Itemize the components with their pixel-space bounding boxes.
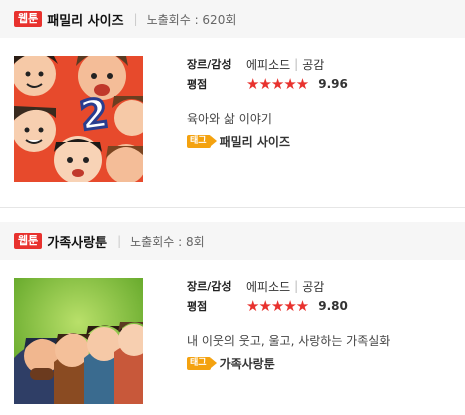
rating-stars: ★★★★★	[246, 297, 309, 315]
webtoon-info: 장르/감성 에피소드 | 공감 평점 ★★★★★ 9.96 육아와 삶 이야기 …	[187, 54, 348, 150]
rating-label: 평점	[187, 78, 208, 91]
mood-value: 공감	[302, 279, 325, 294]
webtoon-card-1: 웹툰 패밀리 사이즈 | 노출회수 : 620회 2 장르/감성 에피소드 | …	[0, 0, 465, 205]
genre-separator: |	[294, 57, 299, 71]
webtoon-thumbnail[interactable]: 2	[14, 56, 143, 182]
webtoon-card-2: 웹툰 가족사랑툰 | 노출회수 : 8회 장르/감성 에피소드 | 공감 평점 …	[0, 222, 465, 415]
header-separator: |	[133, 12, 138, 26]
rating-score: 9.96	[318, 77, 348, 91]
exposure-count: 노출회수 : 8회	[130, 234, 205, 249]
genre-value: 에피소드	[246, 279, 291, 294]
webtoon-title[interactable]: 가족사랑툰	[47, 232, 107, 251]
webtoon-title[interactable]: 패밀리 사이즈	[47, 10, 123, 29]
exposure-count: 노출회수 : 620회	[146, 12, 237, 27]
rating-score: 9.80	[318, 299, 348, 313]
card-header: 웹툰 패밀리 사이즈 | 노출회수 : 620회	[0, 0, 465, 38]
webtoon-badge: 웹툰	[14, 11, 43, 27]
tag-badge: 태그	[187, 135, 217, 148]
webtoon-thumbnail[interactable]	[14, 278, 143, 404]
genre-label: 장르/감성	[187, 280, 232, 293]
mood-value: 공감	[302, 57, 325, 72]
webtoon-description: 육아와 삶 이야기	[187, 112, 272, 126]
thumbnail-illustration	[14, 278, 143, 404]
rating-label: 평점	[187, 300, 208, 313]
webtoon-description: 내 이웃의 웃고, 울고, 사랑하는 가족실화	[187, 334, 391, 348]
card-header: 웹툰 가족사랑툰 | 노출회수 : 8회	[0, 222, 465, 260]
tag-link[interactable]: 패밀리 사이즈	[220, 133, 290, 150]
rating-stars: ★★★★★	[246, 75, 309, 93]
webtoon-info: 장르/감성 에피소드 | 공감 평점 ★★★★★ 9.80 내 이웃의 웃고, …	[187, 276, 390, 372]
header-separator: |	[117, 234, 122, 248]
genre-separator: |	[294, 279, 299, 293]
tag-badge: 태그	[187, 357, 217, 370]
tag-link[interactable]: 가족사랑툰	[220, 355, 275, 372]
thumbnail-illustration: 2	[14, 56, 143, 182]
webtoon-badge: 웹툰	[14, 233, 43, 249]
genre-label: 장르/감성	[187, 58, 232, 71]
genre-value: 에피소드	[246, 57, 291, 72]
section-divider	[0, 207, 465, 208]
